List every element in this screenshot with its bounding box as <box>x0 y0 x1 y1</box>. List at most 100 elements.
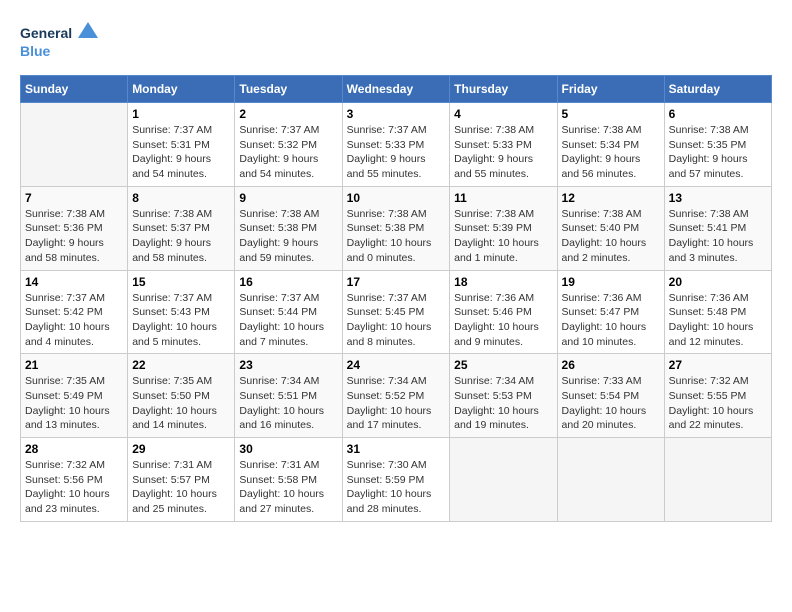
calendar-cell <box>664 438 771 522</box>
day-number: 25 <box>454 358 552 372</box>
day-number: 30 <box>239 442 337 456</box>
logo-svg: General Blue <box>20 20 100 65</box>
day-number: 22 <box>132 358 230 372</box>
day-number: 19 <box>562 275 660 289</box>
day-number: 13 <box>669 191 767 205</box>
day-info: Sunrise: 7:38 AM Sunset: 5:37 PM Dayligh… <box>132 207 230 266</box>
day-info: Sunrise: 7:31 AM Sunset: 5:58 PM Dayligh… <box>239 458 337 517</box>
calendar-cell: 11Sunrise: 7:38 AM Sunset: 5:39 PM Dayli… <box>450 186 557 270</box>
calendar-cell: 2Sunrise: 7:37 AM Sunset: 5:32 PM Daylig… <box>235 103 342 187</box>
calendar-cell: 23 Sunrise: 7:34 AM Sunset: 5:51 PM Dayli… <box>235 354 342 438</box>
day-number: 21 <box>25 358 123 372</box>
svg-text:Blue: Blue <box>20 43 51 59</box>
svg-text:General: General <box>20 25 72 41</box>
calendar-cell: 20 Sunrise: 7:36 AM Sunset: 5:48 PM Dayli… <box>664 270 771 354</box>
day-number: 14 <box>25 275 123 289</box>
calendar-cell: 12 Sunrise: 7:38 AM Sunset: 5:40 PM Dayli… <box>557 186 664 270</box>
calendar-cell: 21 Sunrise: 7:35 AM Sunset: 5:49 PM Dayli… <box>21 354 128 438</box>
calendar-header-row: SundayMondayTuesdayWednesdayThursdayFrid… <box>21 76 772 103</box>
day-info: Sunrise: 7:38 AM Sunset: 5:41 PM Dayligh… <box>669 207 767 266</box>
calendar-cell <box>557 438 664 522</box>
calendar-week-row: 28Sunrise: 7:32 AM Sunset: 5:56 PM Dayli… <box>21 438 772 522</box>
day-number: 5 <box>562 107 660 121</box>
calendar-cell: 15 Sunrise: 7:37 AM Sunset: 5:43 PM Dayli… <box>128 270 235 354</box>
day-info: Sunrise: 7:38 AM Sunset: 5:36 PM Dayligh… <box>25 207 123 266</box>
day-number: 10 <box>347 191 446 205</box>
day-info: Sunrise: 7:37 AM Sunset: 5:42 PM Dayligh… <box>25 291 123 350</box>
day-info: Sunrise: 7:30 AM Sunset: 5:59 PM Dayligh… <box>347 458 446 517</box>
day-info: Sunrise: 7:34 AM Sunset: 5:52 PM Dayligh… <box>347 374 446 433</box>
day-number: 3 <box>347 107 446 121</box>
day-info: Sunrise: 7:37 AM Sunset: 5:31 PM Dayligh… <box>132 123 230 182</box>
day-number: 1 <box>132 107 230 121</box>
header: General Blue <box>20 20 772 65</box>
day-info: Sunrise: 7:34 AM Sunset: 5:51 PM Dayligh… <box>239 374 337 433</box>
day-number: 18 <box>454 275 552 289</box>
calendar-week-row: 21 Sunrise: 7:35 AM Sunset: 5:49 PM Dayli… <box>21 354 772 438</box>
day-info: Sunrise: 7:36 AM Sunset: 5:48 PM Dayligh… <box>669 291 767 350</box>
calendar-cell: 19 Sunrise: 7:36 AM Sunset: 5:47 PM Dayli… <box>557 270 664 354</box>
day-info: Sunrise: 7:32 AM Sunset: 5:55 PM Dayligh… <box>669 374 767 433</box>
day-info: Sunrise: 7:38 AM Sunset: 5:33 PM Dayligh… <box>454 123 552 182</box>
calendar-cell: 24Sunrise: 7:34 AM Sunset: 5:52 PM Dayli… <box>342 354 450 438</box>
calendar-cell: 16 Sunrise: 7:37 AM Sunset: 5:44 PM Dayli… <box>235 270 342 354</box>
calendar-cell: 18 Sunrise: 7:36 AM Sunset: 5:46 PM Dayli… <box>450 270 557 354</box>
day-number: 4 <box>454 107 552 121</box>
day-number: 27 <box>669 358 767 372</box>
calendar-week-row: 14 Sunrise: 7:37 AM Sunset: 5:42 PM Dayli… <box>21 270 772 354</box>
day-number: 15 <box>132 275 230 289</box>
day-info: Sunrise: 7:38 AM Sunset: 5:40 PM Dayligh… <box>562 207 660 266</box>
day-info: Sunrise: 7:32 AM Sunset: 5:56 PM Dayligh… <box>25 458 123 517</box>
day-number: 6 <box>669 107 767 121</box>
day-info: Sunrise: 7:38 AM Sunset: 5:38 PM Dayligh… <box>239 207 337 266</box>
calendar-cell: 31 Sunrise: 7:30 AM Sunset: 5:59 PM Dayli… <box>342 438 450 522</box>
calendar-week-row: 1 Sunrise: 7:37 AM Sunset: 5:31 PM Daylig… <box>21 103 772 187</box>
day-info: Sunrise: 7:36 AM Sunset: 5:47 PM Dayligh… <box>562 291 660 350</box>
day-info: Sunrise: 7:37 AM Sunset: 5:43 PM Dayligh… <box>132 291 230 350</box>
calendar-cell: 3 Sunrise: 7:37 AM Sunset: 5:33 PM Daylig… <box>342 103 450 187</box>
day-info: Sunrise: 7:31 AM Sunset: 5:57 PM Dayligh… <box>132 458 230 517</box>
day-number: 11 <box>454 191 552 205</box>
calendar-cell: 28Sunrise: 7:32 AM Sunset: 5:56 PM Dayli… <box>21 438 128 522</box>
day-number: 7 <box>25 191 123 205</box>
calendar-cell: 7 Sunrise: 7:38 AM Sunset: 5:36 PM Daylig… <box>21 186 128 270</box>
day-info: Sunrise: 7:38 AM Sunset: 5:35 PM Dayligh… <box>669 123 767 182</box>
calendar-cell: 30 Sunrise: 7:31 AM Sunset: 5:58 PM Dayli… <box>235 438 342 522</box>
calendar-cell: 14 Sunrise: 7:37 AM Sunset: 5:42 PM Dayli… <box>21 270 128 354</box>
day-number: 20 <box>669 275 767 289</box>
calendar-cell: 6 Sunrise: 7:38 AM Sunset: 5:35 PM Daylig… <box>664 103 771 187</box>
day-number: 9 <box>239 191 337 205</box>
day-number: 29 <box>132 442 230 456</box>
day-number: 31 <box>347 442 446 456</box>
day-number: 17 <box>347 275 446 289</box>
day-header: Saturday <box>664 76 771 103</box>
day-header: Tuesday <box>235 76 342 103</box>
day-header: Monday <box>128 76 235 103</box>
calendar-cell <box>450 438 557 522</box>
calendar-cell: 22Sunrise: 7:35 AM Sunset: 5:50 PM Dayli… <box>128 354 235 438</box>
calendar-cell: 1 Sunrise: 7:37 AM Sunset: 5:31 PM Daylig… <box>128 103 235 187</box>
day-number: 12 <box>562 191 660 205</box>
day-number: 8 <box>132 191 230 205</box>
day-number: 16 <box>239 275 337 289</box>
calendar-cell: 9 Sunrise: 7:38 AM Sunset: 5:38 PM Daylig… <box>235 186 342 270</box>
calendar-table: SundayMondayTuesdayWednesdayThursdayFrid… <box>20 75 772 522</box>
day-info: Sunrise: 7:37 AM Sunset: 5:45 PM Dayligh… <box>347 291 446 350</box>
logo: General Blue <box>20 20 100 65</box>
day-info: Sunrise: 7:37 AM Sunset: 5:44 PM Dayligh… <box>239 291 337 350</box>
day-header: Thursday <box>450 76 557 103</box>
calendar-cell: 29 Sunrise: 7:31 AM Sunset: 5:57 PM Dayli… <box>128 438 235 522</box>
calendar-cell <box>21 103 128 187</box>
day-number: 23 <box>239 358 337 372</box>
day-info: Sunrise: 7:36 AM Sunset: 5:46 PM Dayligh… <box>454 291 552 350</box>
calendar-cell: 27 Sunrise: 7:32 AM Sunset: 5:55 PM Dayli… <box>664 354 771 438</box>
day-header: Friday <box>557 76 664 103</box>
calendar-cell: 10 Sunrise: 7:38 AM Sunset: 5:38 PM Dayli… <box>342 186 450 270</box>
calendar-cell: 13 Sunrise: 7:38 AM Sunset: 5:41 PM Dayli… <box>664 186 771 270</box>
calendar-cell: 25Sunrise: 7:34 AM Sunset: 5:53 PM Dayli… <box>450 354 557 438</box>
day-number: 26 <box>562 358 660 372</box>
day-info: Sunrise: 7:37 AM Sunset: 5:33 PM Dayligh… <box>347 123 446 182</box>
day-info: Sunrise: 7:33 AM Sunset: 5:54 PM Dayligh… <box>562 374 660 433</box>
day-info: Sunrise: 7:38 AM Sunset: 5:38 PM Dayligh… <box>347 207 446 266</box>
day-info: Sunrise: 7:35 AM Sunset: 5:49 PM Dayligh… <box>25 374 123 433</box>
